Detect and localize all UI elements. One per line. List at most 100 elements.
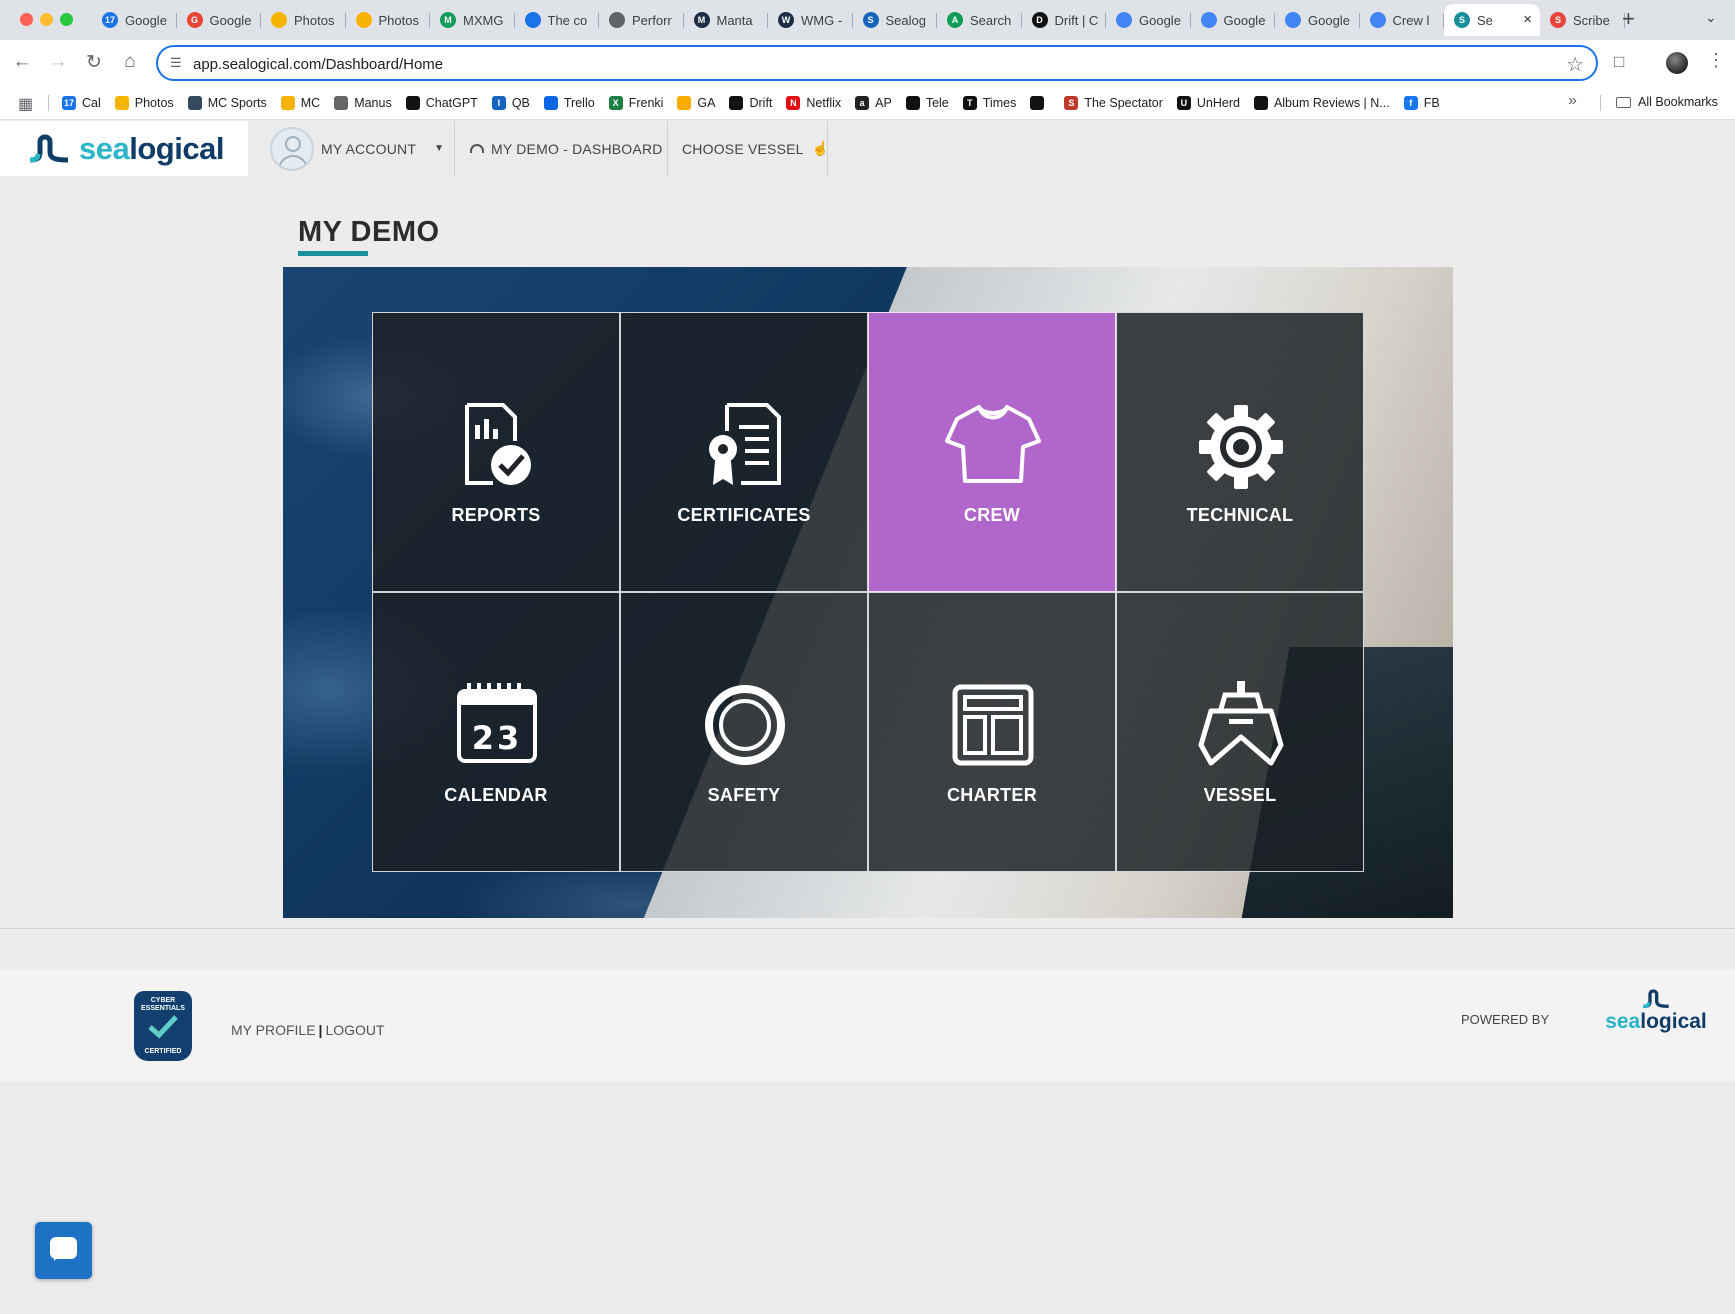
tab-favicon-icon: M <box>693 12 710 28</box>
tile-label: CREW <box>963 505 1021 525</box>
tile-crew[interactable]: CREW <box>868 312 1116 592</box>
tab-favicon-icon <box>1200 12 1217 28</box>
browser-tab[interactable]: S Scribe <box>1540 4 1625 36</box>
bookmark-item[interactable]: N Netflix <box>786 96 841 110</box>
tab-search-icon[interactable]: ⌄ <box>1705 9 1717 26</box>
bookmark-favicon-icon <box>114 96 129 110</box>
logout-link[interactable]: LOGOUT <box>325 1022 384 1038</box>
footer-sealogical-logo[interactable]: sealogical <box>1604 989 1708 1034</box>
tile-calendar[interactable]: 23 CALENDAR <box>372 592 620 872</box>
bookmark-item[interactable]: MC <box>280 96 320 110</box>
bookmark-item[interactable]: I QB <box>491 96 530 110</box>
tab-title: Google <box>209 12 252 28</box>
tile-safety[interactable]: SAFETY <box>620 592 868 872</box>
browser-tab[interactable]: Photos <box>261 4 346 36</box>
bookmark-label: UnHerd <box>1196 96 1240 110</box>
tile-vessel[interactable]: VESSEL <box>1116 592 1364 872</box>
browser-tab[interactable]: Google <box>1191 4 1276 36</box>
bookmark-star-icon[interactable]: ☆ <box>1566 52 1584 77</box>
bookmark-item[interactable]: Drift <box>729 96 772 110</box>
browser-tab[interactable]: D Drift | C <box>1022 4 1107 36</box>
home-icon[interactable]: ⌂ <box>118 51 142 73</box>
apps-grid-icon[interactable]: ▦ <box>18 94 33 114</box>
new-tab-icon[interactable]: + <box>1622 6 1635 32</box>
my-profile-link[interactable]: MY PROFILE <box>231 1022 316 1038</box>
tab-title: Photos <box>294 12 335 28</box>
close-tab-icon[interactable]: × <box>1523 11 1532 28</box>
browser-tab[interactable]: Perforr <box>599 4 684 36</box>
minimize-window-button[interactable] <box>40 13 53 26</box>
maximize-window-button[interactable] <box>60 13 73 26</box>
bookmark-item[interactable]: GA <box>677 96 715 110</box>
browser-tab[interactable]: The co <box>515 4 600 36</box>
browser-tab[interactable]: S Se × <box>1444 4 1540 36</box>
my-account-menu[interactable]: MY ACCOUNT ▼ <box>270 121 444 176</box>
browser-tab[interactable]: 17 Google <box>92 4 177 36</box>
browser-tab[interactable]: G Google <box>177 4 262 36</box>
tile-certificates[interactable]: CERTIFICATES <box>620 312 868 592</box>
tab-title: The co <box>547 12 588 28</box>
chat-widget-button[interactable] <box>35 1222 92 1279</box>
bookmark-item[interactable]: S The Spectator <box>1064 96 1163 110</box>
tab-favicon-icon <box>524 12 541 28</box>
browser-tab[interactable]: M Manta <box>684 4 769 36</box>
browser-tab-bar: 17 Google G Google Photos Photos M MXMG The co Pe… <box>0 0 1735 40</box>
browser-tab[interactable]: A Search <box>937 4 1022 36</box>
bookmark-item[interactable]: T Times <box>962 96 1016 110</box>
tile-technical[interactable]: TECHNICAL <box>1116 312 1364 592</box>
tab-favicon-icon <box>271 12 287 28</box>
browser-tab[interactable]: M MXMG <box>430 4 515 36</box>
tile-reports[interactable]: REPORTS <box>372 312 620 592</box>
browser-tab[interactable]: W WMG - <box>768 4 853 36</box>
more-bookmarks-icon[interactable]: » <box>1568 92 1577 110</box>
profile-avatar[interactable] <box>1666 52 1688 74</box>
tab-favicon-icon <box>609 12 625 28</box>
tab-title: MXMG <box>463 12 504 28</box>
extensions-icon[interactable]: □ <box>1614 52 1624 72</box>
bookmark-item[interactable]: Photos <box>114 96 174 110</box>
footer-brand-sea: sea <box>1605 1010 1641 1033</box>
all-bookmarks-button[interactable]: All Bookmarks <box>1616 95 1718 109</box>
bookmark-item[interactable]: 17 Cal <box>62 96 101 110</box>
tab-favicon-icon: D <box>1031 12 1048 28</box>
sealogical-logo[interactable]: sealogical <box>0 121 248 176</box>
browser-tab[interactable]: Photos <box>346 4 431 36</box>
chat-bubble-icon <box>50 1237 77 1261</box>
my-demo-dashboard-link[interactable]: MY DEMO - DASHBOARD <box>470 121 663 176</box>
bookmark-item[interactable]: Tele <box>905 96 949 110</box>
user-avatar-icon <box>270 126 314 171</box>
reload-icon[interactable]: ↻ <box>82 51 106 74</box>
bookmark-item[interactable] <box>1030 96 1050 110</box>
brand-name: sealogical <box>79 131 224 167</box>
bookmark-item[interactable]: Album Reviews | N... <box>1253 96 1390 110</box>
browser-tab[interactable]: Google <box>1106 4 1191 36</box>
address-bar[interactable]: ☰ app.sealogical.com/Dashboard/Home ☆ <box>156 45 1598 81</box>
browser-tab[interactable]: Google <box>1275 4 1360 36</box>
browser-menu-icon[interactable]: ⋮ <box>1707 50 1725 71</box>
bookmark-item[interactable]: a AP <box>855 96 892 110</box>
layout-icon <box>952 684 1034 766</box>
bookmark-label: Drift <box>749 96 773 110</box>
forward-icon[interactable]: → <box>46 51 70 73</box>
sealogical-mark-icon <box>29 133 69 162</box>
back-icon[interactable]: ← <box>10 51 34 73</box>
bookmark-item[interactable]: U UnHerd <box>1176 96 1240 110</box>
bookmark-item[interactable]: X Frenki <box>608 96 663 110</box>
close-window-button[interactable] <box>20 13 33 26</box>
browser-tab[interactable]: Crew l <box>1360 4 1445 36</box>
site-settings-icon[interactable]: ☰ <box>170 55 182 71</box>
bookmark-item[interactable]: Manus <box>334 96 392 110</box>
tab-title: Sealog <box>885 12 926 28</box>
tile-charter[interactable]: CHARTER <box>868 592 1116 872</box>
nav-divider <box>454 121 455 176</box>
browser-tab[interactable]: S Sealog <box>853 4 938 36</box>
address-url[interactable]: app.sealogical.com/Dashboard/Home <box>193 56 443 73</box>
bookmark-item[interactable]: ChatGPT <box>405 96 478 110</box>
bookmark-label: Trello <box>563 96 595 110</box>
bookmark-item[interactable]: Trello <box>543 96 595 110</box>
bookmark-favicon-icon: X <box>608 96 623 110</box>
bookmark-item[interactable]: f FB <box>1403 96 1440 110</box>
bookmarks-divider <box>48 95 49 111</box>
bookmark-item[interactable]: MC Sports <box>187 96 267 110</box>
choose-vessel-link[interactable]: CHOOSE VESSEL ☝ <box>682 121 829 176</box>
